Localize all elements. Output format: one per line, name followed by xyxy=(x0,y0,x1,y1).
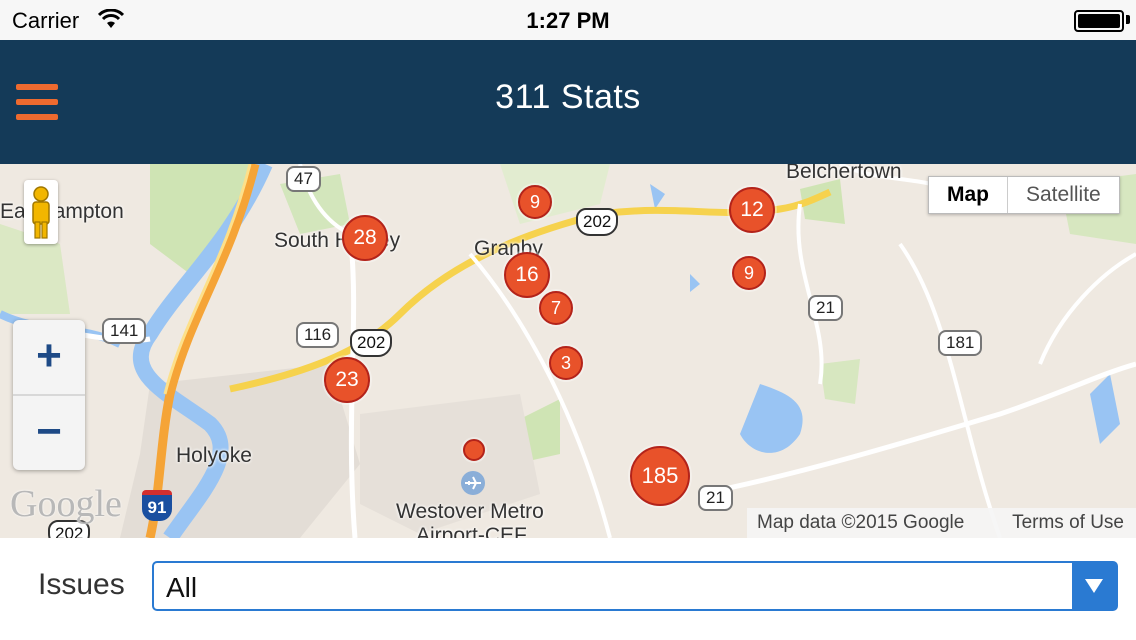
us-route-shield: 202 xyxy=(350,329,393,357)
battery-icon xyxy=(1074,10,1124,32)
route-shield: 141 xyxy=(102,318,147,344)
issue-cluster[interactable]: 23 xyxy=(324,357,370,403)
interstate-shield: 91 xyxy=(142,490,172,521)
issue-cluster[interactable]: 185 xyxy=(630,446,690,506)
page-title: 311 Stats xyxy=(495,78,641,116)
place-label: Easthampton xyxy=(0,200,124,223)
issue-cluster[interactable]: 3 xyxy=(549,346,583,380)
issue-cluster[interactable]: 16 xyxy=(504,252,550,298)
issue-cluster[interactable]: 9 xyxy=(518,185,552,219)
map-type-toggle: Map Satellite xyxy=(928,176,1120,214)
issue-cluster[interactable]: 28 xyxy=(342,215,388,261)
battery-tip xyxy=(1126,15,1130,24)
route-shield: 47 xyxy=(286,166,321,192)
zoom-out-button[interactable]: − xyxy=(13,396,85,470)
issue-cluster[interactable]: 7 xyxy=(539,291,573,325)
map-attribution: Map data ©2015 Google Terms of Use xyxy=(747,508,1136,538)
issues-select[interactable]: All xyxy=(152,561,1118,611)
place-label: Airport-CEF xyxy=(416,524,527,538)
map-view[interactable]: Easthampton South Hadley Granby Belchert… xyxy=(0,164,1136,538)
route-shield: 21 xyxy=(808,295,843,321)
issue-cluster[interactable]: 9 xyxy=(732,256,766,290)
terms-of-use-link[interactable]: Terms of Use xyxy=(1012,508,1124,538)
google-logo: Google xyxy=(10,483,122,525)
route-shield: 181 xyxy=(938,330,983,356)
issue-cluster[interactable]: 12 xyxy=(729,187,775,233)
airport-icon xyxy=(461,471,485,495)
place-label: Belchertown xyxy=(786,164,902,183)
issue-marker[interactable] xyxy=(463,439,485,461)
place-label: Westover Metro xyxy=(396,500,544,523)
street-view-pegman-icon[interactable] xyxy=(24,180,58,244)
map-type-satellite-button[interactable]: Satellite xyxy=(1008,177,1119,213)
zoom-control: + − xyxy=(13,320,85,470)
route-shield: 21 xyxy=(698,485,733,511)
route-shield: 116 xyxy=(296,322,340,348)
zoom-in-button[interactable]: + xyxy=(13,320,85,394)
us-route-shield: 202 xyxy=(576,208,619,236)
issues-select-value: All xyxy=(166,572,198,603)
dropdown-arrow-icon[interactable] xyxy=(1072,563,1116,609)
place-label: Holyoke xyxy=(176,444,252,467)
issues-label: Issues xyxy=(38,568,125,601)
status-bar: Carrier 1:27 PM xyxy=(0,0,1136,40)
map-data-credit: Map data ©2015 Google xyxy=(757,512,965,533)
status-time: 1:27 PM xyxy=(526,8,610,33)
nav-bar: 311 Stats xyxy=(0,40,1136,164)
map-type-map-button[interactable]: Map xyxy=(929,177,1008,213)
